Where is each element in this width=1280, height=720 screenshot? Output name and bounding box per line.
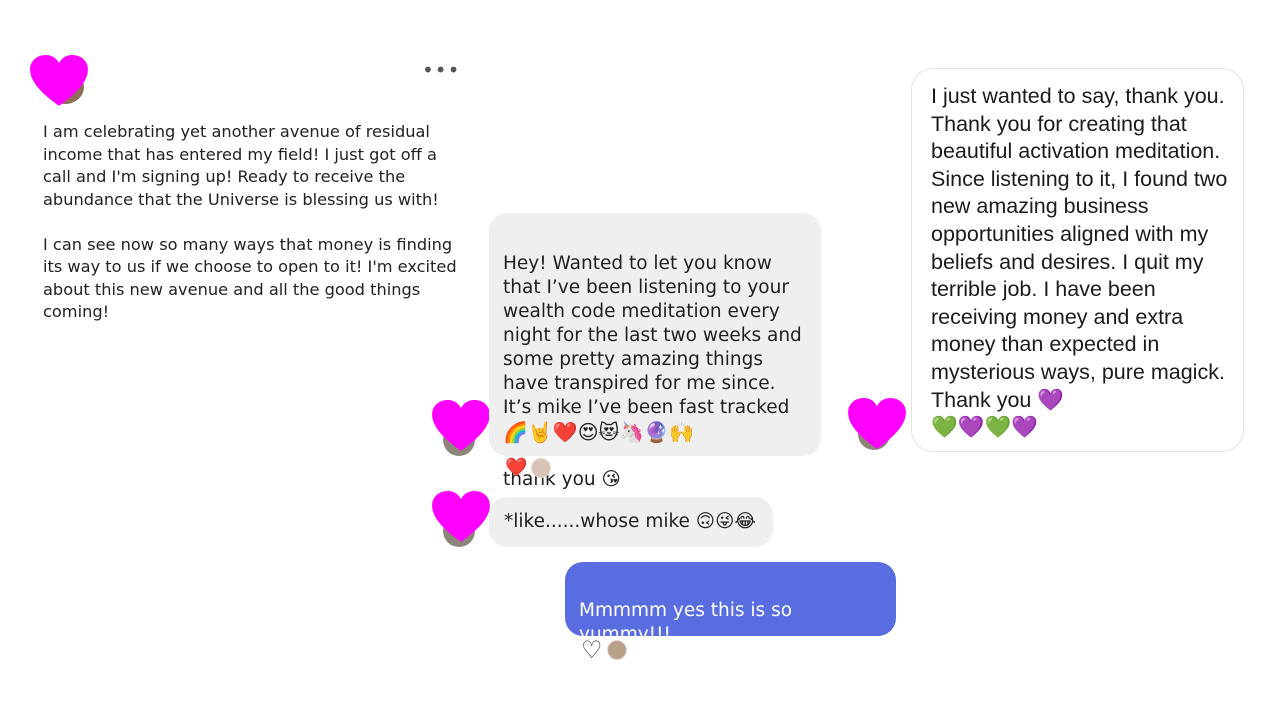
reactor-avatar: [606, 640, 627, 660]
pink-heart-icon: [432, 491, 490, 543]
message-reactions[interactable]: ❤️: [505, 457, 552, 478]
message-text: Hey! Wanted to let you know that I’ve be…: [503, 253, 802, 418]
more-options-icon[interactable]: •••: [422, 58, 460, 82]
message-reactions[interactable]: ♡: [581, 638, 627, 662]
sent-message-bubble[interactable]: Mmmmm yes this is so yummy!!! Celebratin…: [565, 562, 896, 669]
testimonial-text: I just wanted to say, thank you. Thank y…: [931, 84, 1228, 440]
message-emojis: 🌈🤘❤️😍😻🦄🔮🙌: [503, 420, 695, 444]
pink-heart-icon: [30, 55, 88, 107]
heart-reaction-icon: ❤️: [505, 457, 528, 478]
reactor-avatar: [531, 458, 552, 478]
received-message-bubble[interactable]: Hey! Wanted to let you know that I’ve be…: [489, 213, 821, 490]
heart-outline-icon[interactable]: ♡: [581, 638, 603, 662]
pink-heart-icon: [432, 400, 490, 452]
received-message-bubble[interactable]: *like......whose mike 🙃😜😂: [489, 497, 773, 547]
pink-heart-icon: [848, 398, 906, 450]
message-text: *like......whose mike 🙃😜😂: [504, 511, 756, 532]
testimonial-message-card[interactable]: I just wanted to say, thank you. Thank y…: [911, 68, 1244, 452]
post-body-text: I am celebrating yet another avenue of r…: [43, 122, 457, 321]
testimonial-hearts: 💚💜💚💜: [931, 415, 1039, 440]
